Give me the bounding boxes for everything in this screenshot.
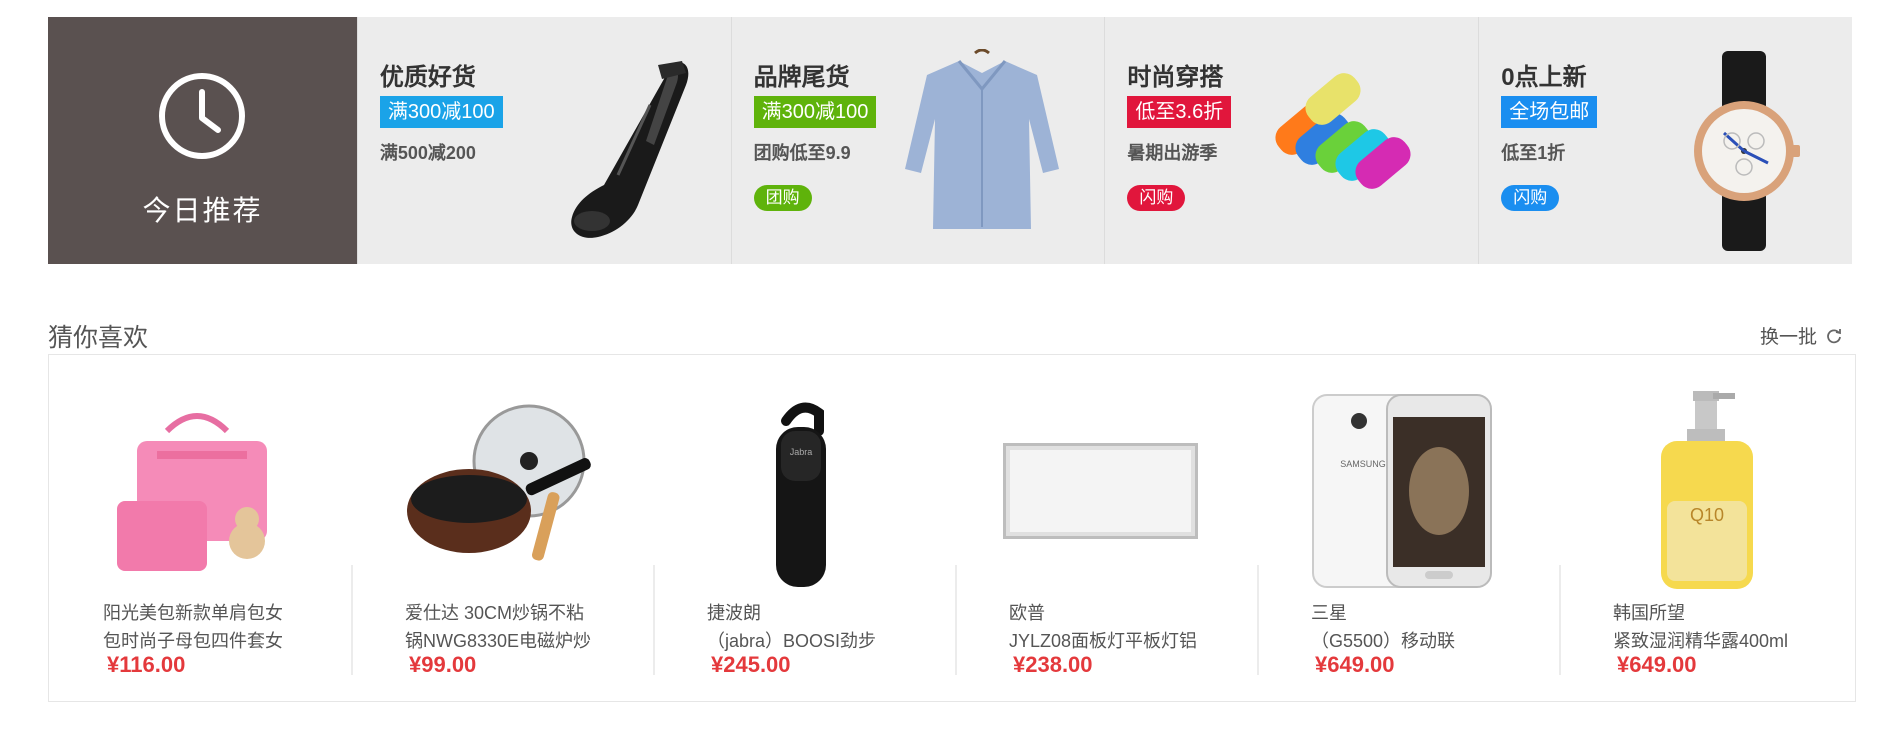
deal-title: 优质好货 [379,64,476,91]
product-name[interactable]: 捷波朗 （jabra）BOOSI劲步 [707,599,937,655]
flash-sale-badge[interactable]: 闪购 [1501,185,1560,211]
lotion-bottle-image: Q10 [1661,391,1753,589]
flash-sale-badge[interactable]: 闪购 [1127,185,1186,211]
group-buy-badge[interactable]: 团购 [753,185,812,211]
today-recommend-label: 今日推荐 [142,195,263,226]
product-price: ¥649.00 [1315,652,1395,677]
product-card[interactable]: 阳光美包新款单肩包女 包时尚子母包四件套女 ¥116.00 [49,355,351,701]
wok-pan-image [407,404,591,561]
wrist-watch-image [1694,51,1801,251]
product-price: ¥116.00 [107,652,186,677]
svg-text:Jabra: Jabra [790,447,813,457]
divider [1257,565,1259,675]
divider [351,565,353,675]
deal-tag: 满300减100 [753,96,877,128]
guess-product-grid: 阳光美包新款单肩包女 包时尚子母包四件套女 ¥116.00 爱仕达 30CM炒锅… [48,354,1856,702]
product-card[interactable]: Jabra 捷波朗 （jabra）BOOSI劲步 ¥245.00 [653,355,955,701]
svg-text:SAMSUNG: SAMSUNG [1340,459,1386,469]
product-name[interactable]: 欧普 JYLZ08面板灯平板灯铝 [1009,599,1239,655]
deal-tag: 满300减100 [379,96,503,128]
product-card[interactable]: SAMSUNG 三星 （G5500）移动联 ¥649.00 [1257,355,1559,701]
product-name[interactable]: 爱仕达 30CM炒锅不粘 锅NWG8330E电磁炉炒 [405,599,635,655]
product-card[interactable]: 爱仕达 30CM炒锅不粘 锅NWG8330E电磁炉炒 ¥99.00 [351,355,653,701]
deal-tag: 低至3.6折 [1127,96,1232,128]
refresh-button[interactable]: 换一批 [1760,322,1843,349]
handheld-vacuum-image [571,61,689,238]
product-name[interactable]: 阳光美包新款单肩包女 包时尚子母包四件套女 [103,599,333,655]
deal-card-brand[interactable]: 品牌尾货 满300减100 团购低至9.9 团购 [730,17,1105,264]
deal-card-fashion[interactable]: 时尚穿搭 低至3.6折 暑期出游季 闪购 [1104,17,1478,264]
product-price: ¥649.00 [1617,652,1697,677]
colorful-towels-image [1275,73,1411,189]
product-name[interactable]: 三星 （G5500）移动联 [1311,599,1541,655]
product-card[interactable]: 欧普 JYLZ08面板灯平板灯铝 ¥238.00 [955,355,1257,701]
today-recommend-panel[interactable]: 今日推荐 [48,17,357,264]
pink-handbag-image [117,413,267,571]
clock-icon [159,73,245,159]
deal-tag: 全场包邮 [1501,96,1598,128]
deal-card-quality[interactable]: 优质好货 满300减100 满500减200 [356,17,731,264]
refresh-label: 换一批 [1759,327,1817,348]
divider [1559,565,1561,675]
deal-subtitle: 低至1折 [1501,143,1566,163]
product-price: ¥245.00 [711,652,791,677]
product-name[interactable]: 韩国所望 紧致湿润精华露400ml [1613,599,1843,655]
deal-title: 0点上新 [1501,64,1587,91]
product-price: ¥99.00 [409,652,477,677]
divider [955,565,957,675]
deal-subtitle: 团购低至9.9 [753,143,851,163]
bluetooth-headset-image: Jabra [776,402,826,587]
guess-you-like-title: 猜你喜欢 [48,324,149,352]
deal-card-new[interactable]: 0点上新 全场包邮 低至1折 闪购 [1478,17,1852,264]
smartphone-image: SAMSUNG [1312,394,1492,588]
blue-shirt-image [904,49,1059,229]
deal-title: 品牌尾货 [753,64,850,91]
svg-text:Q10: Q10 [1690,505,1724,525]
refresh-icon [1827,328,1841,343]
product-card[interactable]: Q10 韩国所望 紧致湿润精华露400ml ¥649.00 [1559,355,1861,701]
deal-subtitle: 暑期出游季 [1127,143,1218,163]
deal-subtitle: 满500减200 [379,143,476,163]
product-price: ¥238.00 [1013,652,1093,677]
promo-banner: 今日推荐 优质好货 满300减100 满500减200 品牌尾货 满300减10… [48,17,1852,264]
divider [653,565,655,675]
panel-light-image [1003,443,1198,539]
deal-title: 时尚穿搭 [1127,64,1224,91]
